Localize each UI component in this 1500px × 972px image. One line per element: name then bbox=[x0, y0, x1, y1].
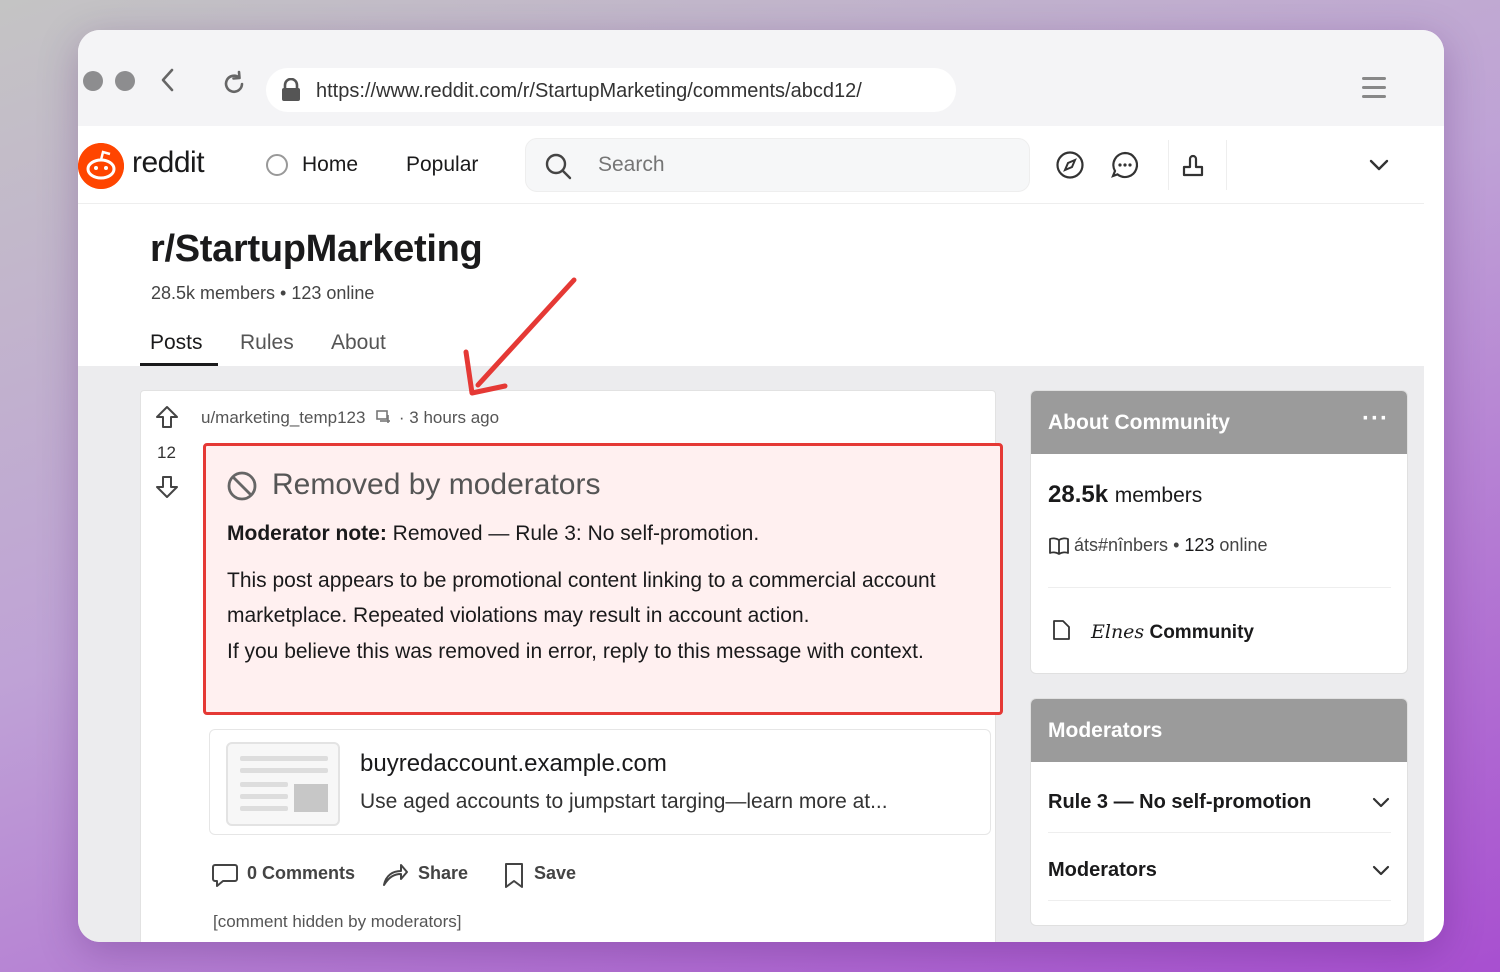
home-icon[interactable] bbox=[266, 154, 288, 176]
community-link[interactable]: Elnes Community bbox=[1091, 621, 1254, 644]
about-community-card: About Community ··· 28.5k members áts#nî… bbox=[1030, 390, 1408, 674]
header-divider-2 bbox=[1226, 140, 1227, 190]
hidden-comment-notice: [comment hidden by moderators] bbox=[213, 912, 462, 931]
members-online-line: áts#nînbers • 123 online bbox=[1048, 535, 1267, 556]
removed-body: This post appears to be promotional cont… bbox=[227, 564, 987, 670]
comment-icon[interactable] bbox=[211, 861, 239, 889]
bookmark-icon[interactable] bbox=[500, 861, 528, 889]
sidebar-divider bbox=[1048, 900, 1391, 901]
member-count: 28.5k members bbox=[1048, 481, 1202, 509]
more-options-icon[interactable]: ··· bbox=[1362, 405, 1389, 433]
moderators-header: Moderators bbox=[1031, 699, 1407, 762]
chat-icon[interactable] bbox=[1110, 150, 1140, 180]
share-icon[interactable] bbox=[381, 861, 409, 889]
moderator-note: Moderator note: Removed — Rule 3: No sel… bbox=[227, 522, 759, 546]
members-sub-separator: • bbox=[1168, 535, 1185, 555]
browser-window: https://www.reddit.com/r/StartupMarketin… bbox=[78, 30, 1444, 942]
tab-rules[interactable]: Rules bbox=[240, 331, 294, 355]
sidebar-divider bbox=[1048, 832, 1391, 833]
moderators-title: Moderators bbox=[1048, 719, 1163, 742]
subreddit-title[interactable]: r/StartupMarketing bbox=[150, 228, 483, 271]
link-domain[interactable]: buyredaccount.example.com bbox=[360, 750, 667, 778]
rule-3-row[interactable]: Rule 3 — No self-promotion bbox=[1048, 791, 1311, 814]
vote-count: 12 bbox=[157, 443, 176, 462]
comments-button[interactable]: 0 Comments bbox=[247, 863, 355, 884]
link-description: Use aged accounts to jumpstart targing—l… bbox=[360, 790, 888, 813]
browser-chrome: https://www.reddit.com/r/StartupMarketin… bbox=[78, 30, 1444, 126]
chevron-down-icon[interactable] bbox=[1371, 861, 1391, 881]
reddit-header: reddit Home Popular bbox=[78, 126, 1424, 204]
community-label: Community bbox=[1144, 622, 1254, 643]
members-garbled-text: áts#nînbers bbox=[1074, 535, 1169, 555]
online-label: online bbox=[1214, 535, 1268, 555]
address-bar[interactable]: https://www.reddit.com/r/StartupMarketin… bbox=[266, 68, 956, 112]
subreddit-meta: 28.5k members • 123 online bbox=[151, 283, 375, 303]
downvote-icon[interactable] bbox=[155, 475, 179, 499]
window-minimize-dot[interactable] bbox=[115, 71, 135, 91]
link-thumbnail[interactable] bbox=[226, 742, 340, 826]
about-community-title: About Community bbox=[1048, 411, 1230, 434]
tab-posts[interactable]: Posts bbox=[150, 331, 203, 355]
search-input[interactable] bbox=[598, 153, 998, 177]
upvote-icon[interactable] bbox=[155, 405, 179, 429]
removed-body-paragraph-2: If you believe this was removed in error… bbox=[227, 640, 924, 663]
book-icon bbox=[1049, 536, 1069, 555]
post-card: 12 u/marketing_temp123 · 3 hours ago Rem… bbox=[140, 390, 1003, 942]
header-divider bbox=[1168, 140, 1169, 190]
reddit-logo-icon[interactable] bbox=[78, 143, 124, 189]
nav-popular[interactable]: Popular bbox=[406, 153, 478, 177]
chevron-down-icon[interactable] bbox=[1368, 154, 1390, 176]
create-post-icon[interactable] bbox=[1180, 150, 1210, 180]
about-community-header: About Community ··· bbox=[1031, 391, 1407, 454]
community-label-garbled: Elnes bbox=[1091, 621, 1145, 643]
search-icon bbox=[545, 153, 572, 180]
sidebar-divider bbox=[1048, 587, 1391, 588]
link-preview-card[interactable]: buyredaccount.example.com Use aged accou… bbox=[209, 729, 991, 835]
explore-compass-icon[interactable] bbox=[1055, 150, 1085, 180]
flair-icon bbox=[376, 410, 391, 423]
window-close-dot[interactable] bbox=[83, 71, 103, 91]
nav-home[interactable]: Home bbox=[302, 153, 358, 177]
tab-about[interactable]: About bbox=[331, 331, 386, 355]
search-box[interactable] bbox=[525, 138, 1030, 192]
post-meta: u/marketing_temp123 · 3 hours ago bbox=[201, 408, 499, 428]
save-button[interactable]: Save bbox=[534, 863, 576, 884]
member-count-label: members bbox=[1114, 484, 1203, 507]
mod-note-label: Moderator note: bbox=[227, 522, 387, 545]
member-count-value: 28.5k bbox=[1048, 481, 1109, 508]
share-button[interactable]: Share bbox=[418, 863, 468, 884]
menu-icon[interactable] bbox=[1362, 77, 1386, 104]
moderators-row[interactable]: Moderators bbox=[1048, 859, 1157, 882]
removed-body-paragraph-1: This post appears to be promotional cont… bbox=[227, 569, 936, 627]
reload-icon[interactable] bbox=[220, 70, 248, 98]
url-text[interactable]: https://www.reddit.com/r/StartupMarketin… bbox=[316, 80, 862, 103]
removed-notice: Removed by moderators Moderator note: Re… bbox=[203, 443, 1003, 715]
chevron-down-icon[interactable] bbox=[1371, 793, 1391, 813]
lock-icon bbox=[282, 78, 300, 101]
mod-note-text: Removed — Rule 3: No self-promotion. bbox=[386, 522, 760, 545]
moderators-card: Moderators Rule 3 — No self-promotion Mo… bbox=[1030, 698, 1408, 926]
ban-icon bbox=[227, 471, 257, 501]
reddit-wordmark[interactable]: reddit bbox=[132, 146, 205, 180]
document-icon bbox=[1053, 620, 1070, 640]
removed-title: Removed by moderators bbox=[272, 468, 601, 501]
back-icon[interactable] bbox=[158, 66, 178, 94]
online-count: 123 bbox=[1184, 535, 1215, 555]
post-time: · 3 hours ago bbox=[398, 408, 500, 427]
post-author[interactable]: u/marketing_temp123 bbox=[201, 408, 365, 427]
